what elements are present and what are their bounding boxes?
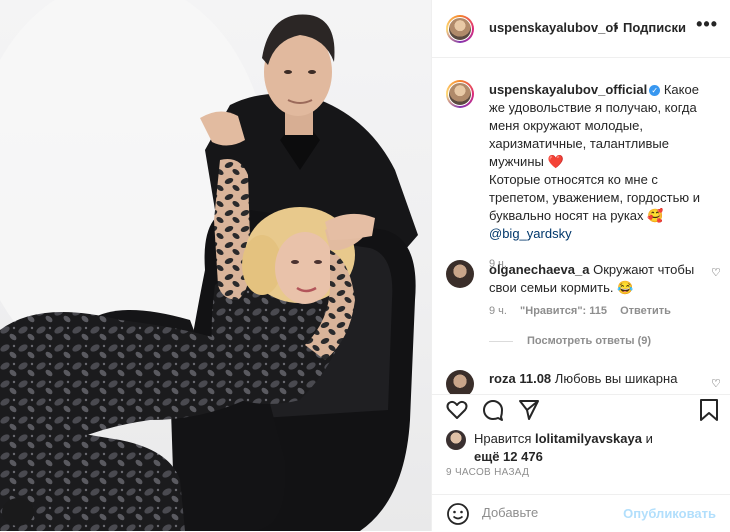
liker-username[interactable]: lolitamilyavskaya <box>535 431 642 446</box>
comment-likes[interactable]: "Нравится": 115 <box>520 305 607 317</box>
post-photo[interactable] <box>0 0 431 531</box>
following-button[interactable]: Подписки <box>623 20 686 35</box>
caption-username[interactable]: uspenskayalubov_official <box>489 82 647 97</box>
replies-line <box>489 340 513 342</box>
view-replies[interactable]: Посмотреть ответы (9) <box>489 335 651 347</box>
likes-summary: Нравится lolitamilyavskaya и ещё 12 476 <box>474 430 653 466</box>
comment-text-2: свои семьи кормить. <box>489 280 614 295</box>
comment-username-2[interactable]: roza 11.08 <box>489 371 551 386</box>
liker-avatar[interactable] <box>446 430 466 450</box>
view-replies-label[interactable]: Посмотреть ответы (9) <box>527 335 651 347</box>
photo-illustration <box>0 0 418 531</box>
comment-time[interactable]: 9 ч. <box>489 305 507 317</box>
likes-suffix: и <box>645 431 653 446</box>
emoji-icon[interactable] <box>446 502 470 526</box>
share-icon[interactable] <box>517 398 541 422</box>
more-icon[interactable]: ••• <box>696 14 718 35</box>
comment-meta: 9 ч. "Нравится": 115 Ответить <box>489 305 671 317</box>
separator-dot: • <box>614 20 619 35</box>
post-header: uspenskayalubov_of • Подписки ••• <box>432 0 730 58</box>
caption-line-5: Которые относятся ко мне с <box>489 172 658 187</box>
comment-icon[interactable] <box>481 398 505 422</box>
laughing-emoji: 😂 <box>617 280 634 295</box>
likes-prefix: Нравится <box>474 431 532 446</box>
heart-icon[interactable] <box>445 398 469 422</box>
caption-avatar[interactable] <box>446 80 474 108</box>
author-username[interactable]: uspenskayalubov_of <box>489 20 618 35</box>
comment-username[interactable]: olganechaeva_a <box>489 262 589 277</box>
caption-line-7: буквально носят на руках <box>489 208 644 223</box>
mention-link[interactable]: @big_yardsky <box>489 226 572 241</box>
bookmark-icon[interactable] <box>698 398 720 422</box>
heart-emoji: ❤️ <box>547 154 564 169</box>
comment-text-2b: Любовь вы шикарна <box>554 371 678 386</box>
commenter-avatar-2[interactable] <box>446 370 474 394</box>
action-divider <box>432 394 730 396</box>
comment-item: olganechaeva_a Окружают чтобы свои семьи… <box>489 261 704 297</box>
comment-text-1: Окружают чтобы <box>593 262 695 277</box>
post-side-panel: uspenskayalubov_of • Подписки ••• uspens… <box>431 0 730 531</box>
publish-button[interactable]: Опубликовать <box>623 506 716 521</box>
comment-like-icon[interactable]: ♡ <box>711 266 721 279</box>
reply-button[interactable]: Ответить <box>620 305 671 317</box>
caption-line-6: трепетом, уважением, гордостью и <box>489 190 700 205</box>
commenter-avatar[interactable] <box>446 260 474 288</box>
comment-item-2: roza 11.08 Любовь вы шикарна ♡ <box>432 366 730 394</box>
comment-bar: Опубликовать <box>432 494 730 532</box>
comment-like-icon-2[interactable]: ♡ <box>711 377 721 390</box>
verified-icon: ✓ <box>649 85 661 96</box>
post-caption: uspenskayalubov_official ✓ Какое же удово… <box>489 81 717 273</box>
author-avatar[interactable] <box>446 15 474 43</box>
hug-emoji: 🥰 <box>647 208 664 223</box>
posted-ago[interactable]: 9 ЧАСОВ НАЗАД <box>446 467 529 478</box>
likes-more[interactable]: ещё 12 476 <box>474 449 543 464</box>
